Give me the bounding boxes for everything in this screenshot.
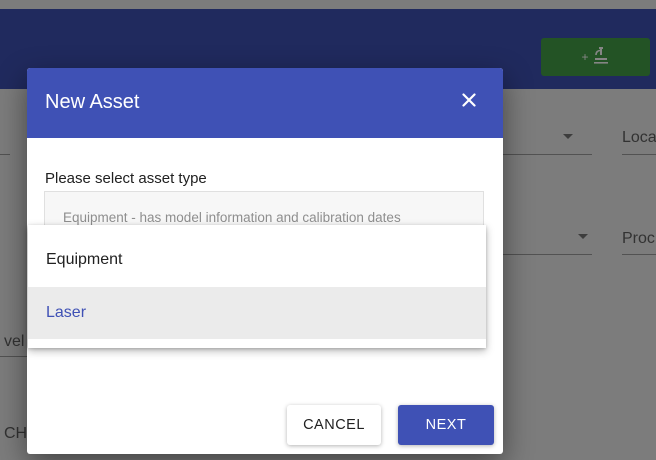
asset-type-dropdown: Equipment Laser [28, 225, 486, 348]
dialog-title: New Asset [45, 91, 140, 113]
asset-type-hint: Equipment - has model information and ca… [63, 210, 401, 225]
close-button[interactable] [459, 92, 479, 112]
option-equipment[interactable]: Equipment [28, 233, 486, 287]
dialog-header: New Asset [27, 68, 503, 138]
option-label: Equipment [46, 251, 123, 268]
next-button[interactable]: NEXT [398, 405, 494, 445]
option-label: Laser [46, 304, 87, 321]
new-asset-dialog: New Asset Please select asset type Equip… [27, 68, 503, 454]
asset-type-label: Please select asset type [45, 170, 207, 187]
option-laser[interactable]: Laser [28, 287, 486, 339]
close-icon [462, 92, 476, 112]
cancel-button[interactable]: CANCEL [287, 405, 381, 445]
